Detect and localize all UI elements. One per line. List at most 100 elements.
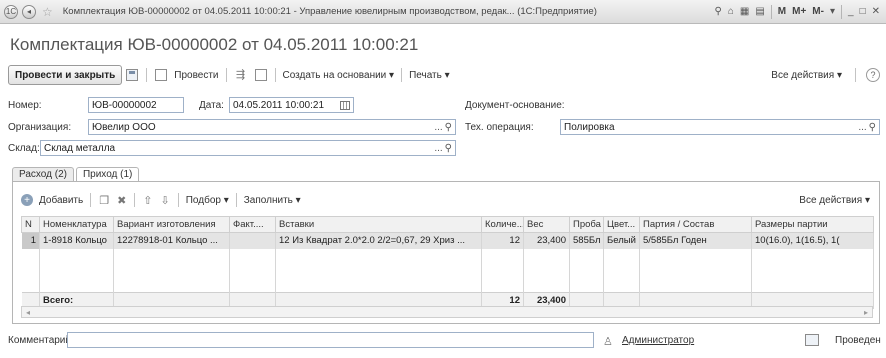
app-logo-icon[interactable]: 1С bbox=[4, 4, 18, 19]
number-field[interactable]: ЮВ-00000002 bbox=[88, 97, 184, 113]
divider bbox=[235, 193, 237, 207]
posted-status: Проведен bbox=[835, 335, 881, 346]
table-all-actions-label: Все действия bbox=[799, 194, 863, 206]
tab-strip: Расход (2) Приход (1) bbox=[12, 167, 141, 182]
date-field[interactable]: 04.05.2011 10:00:21 bbox=[229, 97, 354, 113]
table-all-actions-button[interactable]: Все действия ▾ bbox=[796, 195, 873, 206]
income-table[interactable]: N Номенклатура Вариант изготовления Факт… bbox=[21, 216, 874, 309]
open-search-icon[interactable]: ⚲ bbox=[869, 122, 876, 133]
copy-row-icon[interactable]: ❐ bbox=[99, 194, 109, 207]
help-icon[interactable]: ? bbox=[866, 68, 880, 82]
add-row-button[interactable]: Добавить bbox=[36, 195, 86, 206]
open-search-icon[interactable]: ⚲ bbox=[445, 122, 452, 133]
organization-field[interactable]: Ювелир ООО ... ⚲ bbox=[88, 119, 456, 135]
table-row[interactable]: 1 1-8918 Кольцо 12278918-01 Кольцо ... 1… bbox=[21, 232, 874, 249]
number-label: Номер: bbox=[8, 100, 42, 111]
column-header[interactable]: N bbox=[21, 216, 40, 233]
tech-operation-field[interactable]: Полировка ... ⚲ bbox=[560, 119, 880, 135]
window-title: Комплектация ЮВ-00000002 от 04.05.2011 1… bbox=[62, 6, 597, 17]
all-actions-button[interactable]: Все действия ▾ bbox=[768, 70, 845, 81]
link-icon[interactable]: ⚲ bbox=[715, 6, 722, 17]
create-based-on-button[interactable]: Создать на основании ▾ bbox=[280, 70, 398, 81]
tab-income[interactable]: Приход (1) bbox=[75, 167, 140, 182]
memory-mplus-button[interactable]: M+ bbox=[792, 6, 806, 17]
column-header[interactable]: Вставки bbox=[275, 216, 482, 233]
divider bbox=[770, 4, 772, 19]
cell-fact[interactable] bbox=[229, 232, 276, 249]
minimize-icon[interactable]: _ bbox=[848, 6, 854, 17]
memory-mminus-button[interactable]: M- bbox=[812, 6, 824, 17]
divider bbox=[146, 68, 148, 82]
comment-field[interactable] bbox=[67, 332, 594, 348]
cell-sizes[interactable]: 10(16.0), 1(16.5), 1( bbox=[751, 232, 874, 249]
scroll-left-icon[interactable]: ◂ bbox=[26, 308, 30, 317]
divider bbox=[855, 68, 856, 82]
maximize-icon[interactable]: □ bbox=[860, 6, 866, 17]
move-down-icon[interactable]: ⇩ bbox=[161, 194, 170, 207]
memory-m-button[interactable]: M bbox=[778, 6, 786, 17]
post-button[interactable]: Провести bbox=[171, 70, 221, 81]
table-header-row: N Номенклатура Вариант изготовления Факт… bbox=[21, 216, 874, 233]
cell-batch[interactable]: 5/585Бл Годен bbox=[639, 232, 752, 249]
divider bbox=[225, 68, 227, 82]
fill-label: Заполнить bbox=[243, 194, 293, 206]
create-based-on-label: Создать на основании bbox=[282, 69, 387, 81]
back-nav-icon[interactable]: ◂ bbox=[22, 4, 36, 19]
cell-quantity[interactable]: 12 bbox=[481, 232, 524, 249]
save-icon[interactable] bbox=[126, 69, 139, 81]
select-ellipsis-button[interactable]: ... bbox=[434, 143, 442, 154]
print-button[interactable]: Печать ▾ bbox=[406, 70, 453, 81]
movements-icon[interactable]: ⇶ bbox=[235, 69, 247, 81]
home-icon[interactable]: ⌂ bbox=[728, 6, 734, 17]
move-up-icon[interactable]: ⇧ bbox=[143, 194, 152, 207]
delete-row-icon[interactable]: ✖ bbox=[117, 194, 126, 207]
close-icon[interactable]: ✕ bbox=[872, 6, 880, 17]
comment-label: Комментарий: bbox=[8, 335, 74, 346]
calculator-icon[interactable]: ▦ bbox=[740, 6, 749, 17]
document-heading: Комплектация ЮВ-00000002 от 04.05.2011 1… bbox=[10, 35, 419, 54]
column-header[interactable]: Вариант изготовления bbox=[113, 216, 230, 233]
calendar-icon[interactable]: ▤ bbox=[755, 6, 764, 17]
cell-color[interactable]: Белый bbox=[603, 232, 640, 249]
scroll-right-icon[interactable]: ▸ bbox=[864, 308, 868, 317]
cell-assay[interactable]: 585Бл bbox=[569, 232, 604, 249]
column-header[interactable]: Номенклатура bbox=[39, 216, 114, 233]
cell-inserts[interactable]: 12 Из Квадрат 2.0*2.0 2/2=0,67, 29 Хриз … bbox=[275, 232, 482, 249]
column-header[interactable]: Проба bbox=[569, 216, 604, 233]
window-titlebar: 1С ◂ ☆ Комплектация ЮВ-00000002 от 04.05… bbox=[0, 0, 886, 24]
column-header[interactable]: Количе... bbox=[481, 216, 524, 233]
column-header[interactable]: Партия / Состав bbox=[639, 216, 752, 233]
select-ellipsis-button[interactable]: ... bbox=[858, 122, 866, 133]
income-tab-panel: + Добавить ❐ ✖ ⇧ ⇩ Подбор ▾ Заполнить ▾ … bbox=[12, 181, 880, 324]
dropdown-arrow-icon[interactable]: ▾ bbox=[830, 6, 835, 17]
warehouse-field[interactable]: Склад металла ... ⚲ bbox=[40, 140, 456, 156]
titlebar-controls: ⚲ ⌂ ▦ ▤ M M+ M- ▾ _ □ ✕ bbox=[715, 4, 886, 19]
row-number: 1 bbox=[21, 232, 40, 249]
horizontal-scrollbar[interactable]: ◂ ▸ bbox=[21, 306, 873, 318]
column-header[interactable]: Вес bbox=[523, 216, 570, 233]
command-bar-right: Все действия ▾ ? bbox=[768, 68, 880, 82]
column-header[interactable]: Размеры партии bbox=[751, 216, 874, 233]
print-label: Печать bbox=[409, 69, 442, 81]
column-header[interactable]: Цвет... bbox=[603, 216, 640, 233]
author-link[interactable]: Администратор bbox=[622, 335, 694, 346]
tab-expense[interactable]: Расход (2) bbox=[12, 167, 74, 182]
table-empty-area bbox=[21, 248, 874, 293]
post-and-close-button[interactable]: Провести и закрыть bbox=[8, 65, 123, 85]
report-icon[interactable] bbox=[254, 69, 267, 81]
cell-variant[interactable]: 12278918-01 Кольцо ... bbox=[113, 232, 230, 249]
open-search-icon[interactable]: ⚲ bbox=[445, 143, 452, 154]
divider bbox=[177, 193, 179, 207]
favorite-star-icon[interactable]: ☆ bbox=[42, 5, 53, 19]
basis-document-label: Документ-основание: bbox=[465, 100, 565, 111]
cell-weight[interactable]: 23,400 bbox=[523, 232, 570, 249]
select-ellipsis-button[interactable]: ... bbox=[434, 122, 442, 133]
calendar-picker-icon[interactable] bbox=[340, 100, 350, 110]
fill-button[interactable]: Заполнить ▾ bbox=[241, 195, 304, 206]
column-header[interactable]: Факт.... bbox=[229, 216, 276, 233]
tech-operation-value: Полировка bbox=[564, 121, 615, 133]
selection-button[interactable]: Подбор ▾ bbox=[183, 195, 232, 206]
user-icon: ♙ bbox=[603, 336, 613, 348]
add-icon: + bbox=[21, 194, 33, 206]
cell-item[interactable]: 1-8918 Кольцо bbox=[39, 232, 114, 249]
